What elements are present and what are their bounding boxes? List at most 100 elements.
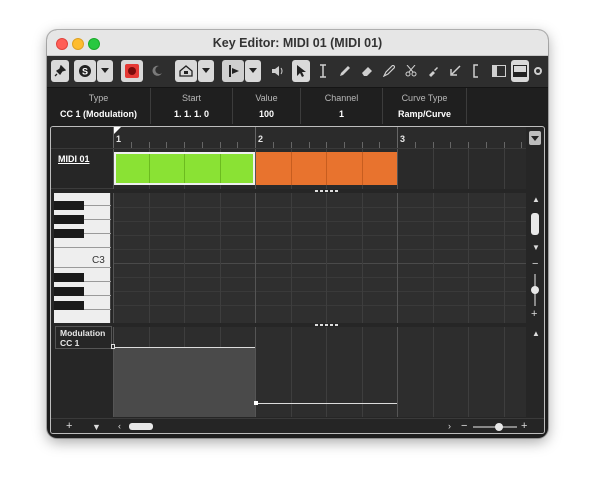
pin-icon [54, 65, 66, 77]
part-lane[interactable] [113, 149, 526, 189]
ruler[interactable]: 1 2 3 [113, 127, 526, 149]
note-display[interactable] [113, 193, 526, 323]
info-curve-type-value[interactable]: Ramp/Curve [383, 109, 466, 119]
ruler-bar-3: 3 [400, 134, 406, 144]
controller-splitter-handle[interactable] [315, 324, 339, 326]
range-tool[interactable] [314, 60, 332, 82]
info-type-value[interactable]: CC 1 (Modulation) [47, 109, 150, 119]
solo-dropdown[interactable] [97, 60, 113, 82]
track-name[interactable]: MIDI 01 [58, 154, 90, 164]
eraser-icon [362, 67, 372, 76]
zoom-in-button[interactable]: + [521, 420, 527, 432]
midi-part-1[interactable] [114, 152, 255, 185]
info-start-label: Start [181, 93, 201, 103]
draw-icon [383, 65, 395, 77]
solo-button[interactable]: S [74, 60, 96, 82]
split-tool[interactable] [402, 60, 420, 82]
pin-button[interactable] [51, 60, 69, 82]
key-label-c3: C3 [92, 255, 105, 266]
snap-button[interactable] [222, 60, 244, 82]
pointer-icon [297, 65, 306, 77]
controller-lane-scrollbar[interactable]: ▲ [528, 327, 542, 417]
zoom-out-button[interactable]: − [461, 420, 467, 432]
auto-scroll-dropdown[interactable] [198, 60, 214, 82]
vertical-zoom-handle[interactable] [531, 286, 539, 294]
midi-part-2[interactable] [256, 152, 397, 185]
panel-left-icon [492, 65, 506, 77]
auto-scroll-button[interactable] [175, 60, 197, 82]
object-selection-tool[interactable] [292, 60, 310, 82]
info-channel-label: Channel [324, 93, 359, 103]
title-bar: Key Editor: MIDI 01 (MIDI 01) [47, 30, 548, 56]
info-value-label: Value [255, 93, 278, 103]
erase-tool[interactable] [358, 60, 376, 82]
pencil-icon [340, 66, 350, 76]
lane-presets-button[interactable]: ▼ [92, 422, 101, 432]
moon-icon [152, 65, 162, 76]
draw-tool[interactable] [336, 60, 354, 82]
vertical-zoom-slider[interactable]: − + [528, 258, 542, 323]
record-button[interactable] [121, 60, 143, 82]
info-line: Type CC 1 (Modulation) Start 1. 1. 1. 0 … [47, 88, 548, 124]
horizontal-zoom-handle[interactable] [495, 423, 503, 431]
bracket-tool[interactable] [468, 60, 486, 82]
scroll-left-button[interactable]: ‹ [118, 421, 121, 431]
editor-area: 1 2 3 MIDI 01 C3 ▲ ▼ − + Modulation CC 1… [50, 126, 545, 434]
scissors-icon [405, 65, 417, 77]
toolbar: S [47, 56, 548, 88]
panel-bottom-icon [513, 65, 527, 77]
range-icon [320, 64, 326, 78]
ruler-bar-2: 2 [258, 134, 264, 144]
track-panel[interactable]: MIDI 01 [51, 149, 113, 189]
info-type-label: Type [88, 93, 109, 103]
controller-name: Modulation [60, 328, 106, 338]
glue-icon [429, 67, 438, 77]
ruler-corner [51, 127, 113, 149]
info-start[interactable]: Start 1. 1. 1. 0 [151, 88, 233, 124]
controller-selector[interactable]: Modulation CC 1 [55, 326, 112, 349]
window-title: Key Editor: MIDI 01 (MIDI 01) [212, 36, 383, 50]
controller-lane[interactable] [111, 327, 526, 417]
line-tool[interactable] [380, 60, 398, 82]
status-bar: + ▼ ‹ › − + [51, 418, 544, 433]
cc-curve-segment-1[interactable] [114, 347, 255, 417]
vertical-scroll-thumb[interactable] [531, 213, 539, 235]
record-icon [125, 64, 139, 78]
cc-event-1[interactable] [111, 344, 115, 349]
scroll-right-button[interactable]: › [448, 421, 451, 431]
info-curve-type-label: Curve Type [401, 93, 448, 103]
chevron-down-icon [249, 68, 257, 73]
info-curve-type[interactable]: Curve Type Ramp/Curve [383, 88, 467, 124]
key-editor-window: Key Editor: MIDI 01 (MIDI 01) S Type CC … [47, 30, 548, 438]
settings-icon [534, 67, 542, 75]
info-channel[interactable]: Channel 1 [301, 88, 383, 124]
splitter-handle[interactable] [315, 190, 339, 192]
snap-icon [229, 65, 239, 77]
info-channel-value[interactable]: 1 [301, 109, 382, 119]
moon-button[interactable] [147, 60, 167, 82]
auto-scroll-icon [179, 65, 193, 77]
glue-tool[interactable] [424, 60, 442, 82]
arrow-icon [450, 65, 461, 76]
info-type[interactable]: Type CC 1 (Modulation) [47, 88, 151, 124]
setup-toolbar-button[interactable] [531, 60, 545, 82]
snap-dropdown[interactable] [245, 60, 261, 82]
piano-keyboard[interactable]: C3 [54, 193, 111, 323]
add-lane-button[interactable]: + [66, 420, 72, 432]
info-start-value[interactable]: 1. 1. 1. 0 [151, 109, 232, 119]
cc-curve-segment-2[interactable] [255, 403, 397, 404]
chevron-down-icon [531, 136, 539, 141]
info-value[interactable]: Value 100 [233, 88, 301, 124]
left-zone-toggle[interactable] [490, 60, 508, 82]
ruler-bar-1: 1 [116, 134, 122, 144]
acoustic-feedback-button[interactable] [268, 60, 288, 82]
solo-icon: S [79, 65, 91, 77]
ruler-options-button[interactable] [529, 131, 541, 145]
horizontal-scroll-thumb[interactable] [129, 423, 153, 430]
mute-arrow-tool[interactable] [446, 60, 464, 82]
cc-event-2[interactable] [254, 401, 258, 405]
lower-zone-toggle[interactable] [511, 60, 529, 82]
vertical-scrollbar[interactable]: ▲ ▼ [528, 193, 542, 255]
info-value-value[interactable]: 100 [233, 109, 300, 119]
bracket-icon [473, 64, 478, 78]
